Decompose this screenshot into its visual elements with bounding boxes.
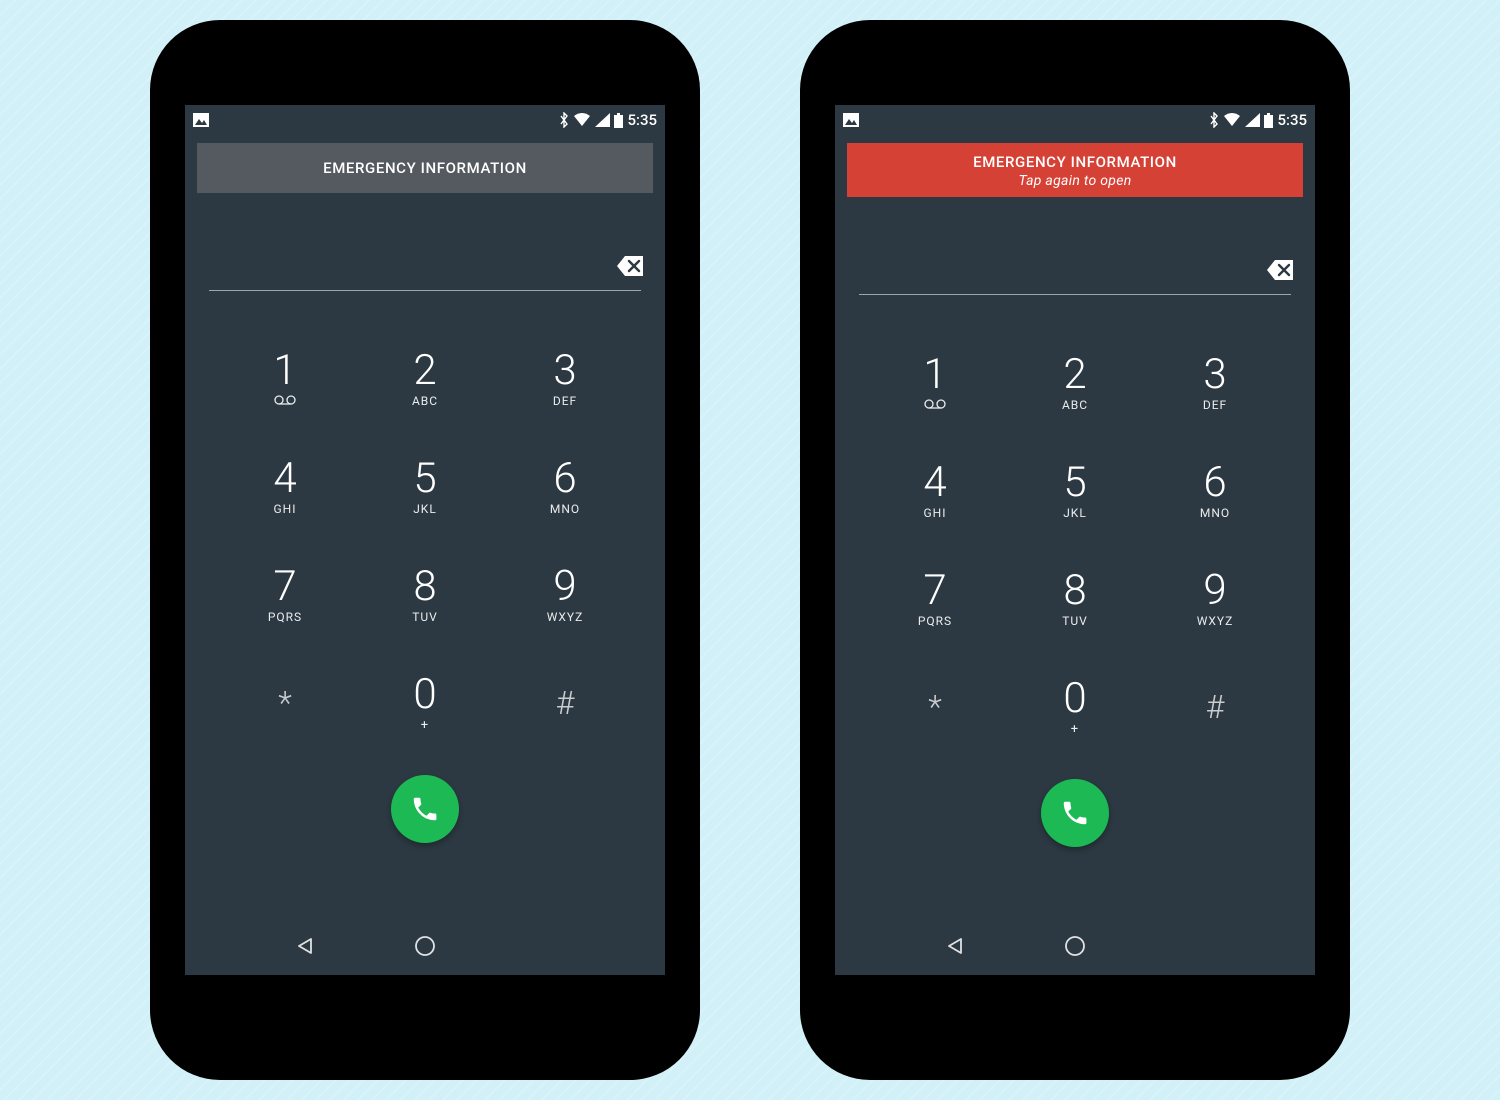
status-time: 5:35 [1277, 111, 1307, 129]
battery-icon [1264, 113, 1273, 128]
emergency-info-label: EMERGENCY INFORMATION [847, 153, 1303, 171]
phone-mockup-left: 5:35 EMERGENCY INFORMATION 1 2ABC 3DEF 4… [150, 20, 700, 1080]
key-5[interactable]: 5JKL [1025, 462, 1125, 520]
emergency-info-banner[interactable]: EMERGENCY INFORMATION Tap again to open [847, 143, 1303, 197]
key-9[interactable]: 9WXYZ [515, 566, 615, 624]
emergency-info-banner[interactable]: EMERGENCY INFORMATION [197, 143, 653, 193]
call-button[interactable] [1041, 779, 1109, 847]
key-7[interactable]: 7PQRS [235, 566, 335, 624]
key-9[interactable]: 9WXYZ [1165, 570, 1265, 628]
key-8[interactable]: 8TUV [1025, 570, 1125, 628]
key-4[interactable]: 4GHI [885, 462, 985, 520]
cell-signal-icon [595, 113, 610, 127]
phone-mockup-right: 5:35 EMERGENCY INFORMATION Tap again to … [800, 20, 1350, 1080]
key-6[interactable]: 6MNO [1165, 462, 1265, 520]
status-bar: 5:35 [185, 105, 665, 135]
key-1[interactable]: 1 [885, 354, 985, 412]
key-star[interactable]: * [235, 687, 335, 719]
emergency-info-label: EMERGENCY INFORMATION [197, 159, 653, 177]
backspace-button[interactable] [1267, 260, 1293, 284]
status-bar: 5:35 [835, 105, 1315, 135]
key-4[interactable]: 4GHI [235, 458, 335, 516]
dial-input[interactable] [209, 243, 641, 291]
voicemail-icon [924, 399, 946, 409]
key-3[interactable]: 3DEF [1165, 354, 1265, 412]
nav-back-button[interactable] [945, 936, 965, 960]
key-0[interactable]: 0+ [1025, 678, 1125, 737]
phone-icon [1060, 798, 1090, 828]
battery-icon [614, 113, 623, 128]
cell-signal-icon [1245, 113, 1260, 127]
key-8[interactable]: 8TUV [375, 566, 475, 624]
key-3[interactable]: 3DEF [515, 350, 615, 408]
backspace-button[interactable] [617, 256, 643, 280]
dial-input[interactable] [859, 247, 1291, 295]
emergency-info-subtitle: Tap again to open [847, 173, 1303, 189]
screenshot-icon [843, 113, 859, 127]
nav-home-button[interactable] [414, 935, 436, 961]
key-5[interactable]: 5JKL [375, 458, 475, 516]
key-1[interactable]: 1 [235, 350, 335, 408]
key-0[interactable]: 0+ [375, 674, 475, 733]
nav-back-button[interactable] [295, 936, 315, 960]
key-hash[interactable]: # [515, 687, 615, 719]
screen: 5:35 EMERGENCY INFORMATION 1 2ABC 3DEF 4… [185, 105, 665, 975]
call-button[interactable] [391, 775, 459, 843]
key-2[interactable]: 2ABC [1025, 354, 1125, 412]
key-6[interactable]: 6MNO [515, 458, 615, 516]
dialpad: 1 2ABC 3DEF 4GHI 5JKL 6MNO 7PQRS 8TUV 9W… [835, 329, 1315, 761]
key-7[interactable]: 7PQRS [885, 570, 985, 628]
phone-icon [410, 794, 440, 824]
nav-home-button[interactable] [1064, 935, 1086, 961]
bluetooth-icon [1209, 112, 1219, 128]
bluetooth-icon [559, 112, 569, 128]
wifi-icon [1223, 113, 1241, 127]
nav-bar [835, 921, 1315, 975]
status-time: 5:35 [627, 111, 657, 129]
key-star[interactable]: * [885, 691, 985, 723]
screenshot-icon [193, 113, 209, 127]
key-hash[interactable]: # [1165, 691, 1265, 723]
screen: 5:35 EMERGENCY INFORMATION Tap again to … [835, 105, 1315, 975]
dialpad: 1 2ABC 3DEF 4GHI 5JKL 6MNO 7PQRS 8TUV 9W… [185, 325, 665, 757]
nav-bar [185, 921, 665, 975]
voicemail-icon [274, 395, 296, 405]
key-2[interactable]: 2ABC [375, 350, 475, 408]
wifi-icon [573, 113, 591, 127]
